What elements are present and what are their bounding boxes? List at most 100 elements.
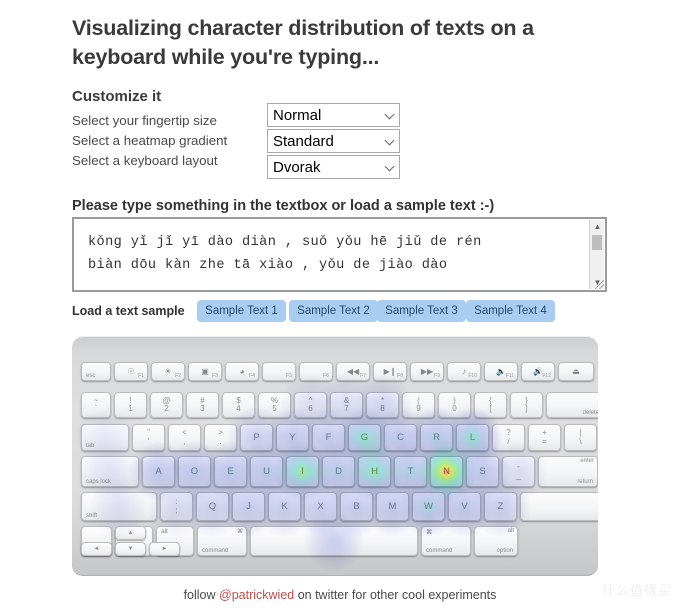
textarea-scrollbar[interactable]: ▲ ▼: [589, 220, 604, 289]
key-shift-left[interactable]: shift: [81, 492, 157, 521]
key-y[interactable]: Y: [276, 424, 309, 451]
scrollbar-thumb[interactable]: [592, 235, 602, 250]
key-m[interactable]: M: [376, 492, 409, 521]
key-7[interactable]: & 7: [330, 392, 363, 418]
key-][interactable]: }]: [510, 392, 543, 418]
keyboard-modifier-row[interactable]: fncontrolaltoption⌘command⌘commandaltopt…: [81, 526, 518, 556]
key-.[interactable]: >.: [204, 424, 237, 451]
key-c[interactable]: C: [384, 424, 417, 451]
key-6[interactable]: ^ 6: [294, 392, 327, 418]
key-0[interactable]: ) 0: [438, 392, 471, 418]
key-dashboard[interactable]: ◕ F4: [225, 362, 259, 381]
key-'[interactable]: " ': [132, 424, 165, 451]
key-i[interactable]: I: [286, 456, 319, 487]
key-v[interactable]: V: [448, 492, 481, 521]
key-eject[interactable]: ⏏: [558, 362, 594, 381]
key-d[interactable]: D: [322, 456, 355, 487]
key-space[interactable]: [250, 526, 418, 556]
key-f6[interactable]: F6: [299, 362, 333, 381]
key-h[interactable]: H: [358, 456, 391, 487]
text-input-value[interactable]: kǒng yǐ jǐ yī dào diàn , suǒ yǒu hē jiǔ …: [88, 231, 579, 278]
key-arrow-right[interactable]: ►: [149, 542, 180, 556]
key-minus[interactable]: - _: [502, 456, 535, 487]
key-w[interactable]: W: [412, 492, 445, 521]
sample-text-2-button[interactable]: Sample Text 2: [289, 300, 378, 322]
key-5[interactable]: % 5: [258, 392, 291, 418]
key-command-right[interactable]: ⌘ command: [421, 526, 471, 556]
resize-grip-icon[interactable]: [595, 280, 604, 289]
key-fast-forward[interactable]: ▶▶ F9: [410, 362, 444, 381]
key-?[interactable]: ? /: [492, 424, 525, 451]
twitter-handle-link[interactable]: @patrickwied: [219, 588, 294, 602]
key-4[interactable]: $4: [222, 392, 255, 418]
key-return[interactable]: enter return: [538, 456, 598, 487]
key-arrow-up[interactable]: ▲: [115, 526, 146, 540]
key-f[interactable]: F: [312, 424, 345, 451]
fingertip-size-select[interactable]: Normal: [267, 103, 400, 127]
key-+[interactable]: + =: [528, 424, 561, 451]
scroll-up-icon[interactable]: ▲: [590, 220, 605, 233]
key-arrow-left[interactable]: ◄: [81, 542, 112, 556]
key-brightness-down[interactable]: ☉ F1: [114, 362, 148, 381]
key-volume-up[interactable]: 🔊 F12: [521, 362, 555, 381]
key-tab[interactable]: tab: [81, 424, 129, 451]
key-9[interactable]: (9: [402, 392, 435, 418]
key-legend: * 8: [380, 395, 385, 413]
arrow-up-down-column[interactable]: ▲ ▼: [115, 526, 146, 556]
arrow-key-cluster[interactable]: ◄ ▲ ▼ ►: [81, 526, 180, 556]
key-j[interactable]: J: [232, 492, 265, 521]
key-8[interactable]: * 8: [366, 392, 399, 418]
key-semicolon[interactable]: :;: [160, 492, 193, 521]
keyboard-function-row[interactable]: esc ☉ F1 ☀ F2 ▣ F3 ◕ F4 F5 F6 ◀◀ F7 ▶❙ F8 ▶▶ F9 ♪ F10 🔈 F11 🔊…: [81, 362, 594, 381]
key-s[interactable]: S: [466, 456, 499, 487]
sample-text-4-button[interactable]: Sample Text 4: [466, 300, 555, 322]
key-mute[interactable]: ♪ F10: [447, 362, 481, 381]
key-k[interactable]: K: [268, 492, 301, 521]
key-rewind[interactable]: ◀◀ F7: [336, 362, 370, 381]
key-option-right[interactable]: alt option: [474, 526, 518, 556]
key-q[interactable]: Q: [196, 492, 229, 521]
key-command-left[interactable]: ⌘ command: [197, 526, 247, 556]
key-esc[interactable]: esc: [81, 362, 111, 381]
heatmap-gradient-select[interactable]: Standard: [267, 129, 400, 153]
key-o[interactable]: O: [178, 456, 211, 487]
keyboard-bottom-letter-row[interactable]: shift:; Q J K X B M W V Zshift: [81, 492, 598, 521]
key-e[interactable]: E: [214, 456, 247, 487]
key-[[interactable]: {[: [474, 392, 507, 418]
key-mission-control[interactable]: ▣ F3: [188, 362, 222, 381]
key-brightness-up[interactable]: ☀ F2: [151, 362, 185, 381]
key-2[interactable]: @2: [150, 392, 183, 418]
key-l[interactable]: L: [456, 424, 489, 451]
key-3[interactable]: #3: [186, 392, 219, 418]
key-z[interactable]: Z: [484, 492, 517, 521]
key-caps-lock[interactable]: caps lock: [81, 456, 139, 487]
key-t[interactable]: T: [394, 456, 427, 487]
key-1[interactable]: ! 1: [114, 392, 147, 418]
keyboard-number-row[interactable]: ~ ` ! 1 @2 #3 $4 % 5 ^ 6 & 7 * 8 (9) 0 {[}] delete: [81, 392, 598, 418]
key-|[interactable]: | \: [564, 424, 597, 451]
key-n[interactable]: N: [430, 456, 463, 487]
watermark: 什么值得买: [601, 584, 672, 599]
keyboard-home-row[interactable]: caps lock A O E U I D H T N S - _ enter return: [81, 456, 598, 487]
keyboard-top-letter-row[interactable]: tab " ' <, >. P Y F G C R L ? / + = | \: [81, 424, 597, 451]
key-r[interactable]: R: [420, 424, 453, 451]
key-x[interactable]: X: [304, 492, 337, 521]
key-volume-down[interactable]: 🔈 F11: [484, 362, 518, 381]
sample-text-3-button[interactable]: Sample Text 3: [377, 300, 466, 322]
key-`[interactable]: ~ `: [81, 392, 111, 418]
keyboard-layout-select[interactable]: Dvorak: [267, 155, 400, 179]
key-shift-right[interactable]: shift: [520, 492, 598, 521]
key-p[interactable]: P: [240, 424, 273, 451]
sample-text-1-button[interactable]: Sample Text 1: [197, 300, 286, 322]
key-u[interactable]: U: [250, 456, 283, 487]
key-f5[interactable]: F5: [262, 362, 296, 381]
key-play-pause[interactable]: ▶❙ F8: [373, 362, 407, 381]
key-g[interactable]: G: [348, 424, 381, 451]
key-b[interactable]: B: [340, 492, 373, 521]
key-a[interactable]: A: [142, 456, 175, 487]
key-,[interactable]: <,: [168, 424, 201, 451]
keyboard[interactable]: esc ☉ F1 ☀ F2 ▣ F3 ◕ F4 F5 F6 ◀◀ F7 ▶❙ F8 ▶▶ F9 ♪ F10 🔈 F11 🔊…: [72, 336, 598, 576]
key-delete[interactable]: delete: [546, 392, 598, 418]
text-input-area[interactable]: kǒng yǐ jǐ yī dào diàn , suǒ yǒu hē jiǔ …: [72, 217, 607, 292]
key-arrow-down[interactable]: ▼: [115, 542, 146, 556]
